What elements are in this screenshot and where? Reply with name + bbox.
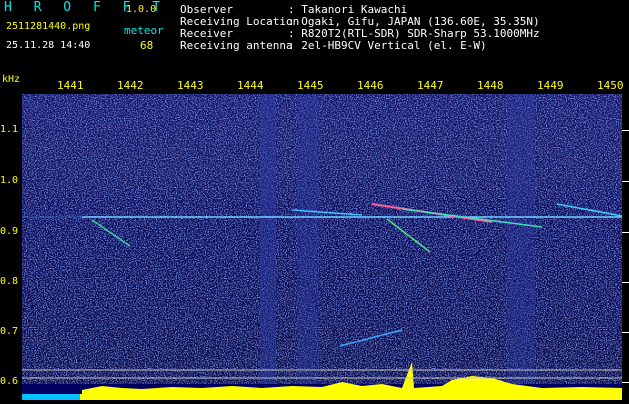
y-tick-label: 0.9 <box>0 226 19 237</box>
y-tick-label: 0.8 <box>0 276 19 287</box>
y-unit-label: kHz <box>2 74 21 85</box>
y-tick-label: 1.0 <box>0 175 19 186</box>
file-name: 2511281440.png <box>6 21 91 32</box>
right-tick <box>622 181 629 182</box>
app-version: 1.0.0 <box>126 4 157 15</box>
time-axis: kHz 1441 1442 1443 1444 1445 1446 1447 1… <box>0 72 629 94</box>
spectrogram-canvas <box>22 94 623 400</box>
x-tick-label: 1442 <box>117 79 144 92</box>
interference-band <box>260 94 276 384</box>
x-tick-label: 1448 <box>477 79 504 92</box>
right-tick <box>622 332 629 333</box>
right-tick <box>622 130 629 131</box>
x-tick-label: 1445 <box>297 79 324 92</box>
x-tick-label: 1444 <box>237 79 264 92</box>
header-panel: H R O F F T 1.0.0 2511281440.png meteor … <box>0 0 629 72</box>
interference-band <box>297 94 319 384</box>
y-tick-label: 0.7 <box>0 326 19 337</box>
y-tick-label: 0.6 <box>0 376 19 387</box>
counter-label: meteor <box>124 24 164 37</box>
antenna-label: Receiving antenna <box>180 39 293 52</box>
x-tick-label: 1441 <box>57 79 84 92</box>
spectrogram <box>22 94 623 400</box>
y-tick-label: 1.1 <box>0 124 19 135</box>
file-datetime: 25.11.28 14:40 <box>6 40 91 51</box>
counter-value: 68 <box>140 39 154 52</box>
x-tick-label: 1450 <box>597 79 624 92</box>
right-tick <box>622 282 629 283</box>
right-tick <box>622 232 629 233</box>
spectrum-profile-left <box>22 394 80 400</box>
right-tick <box>622 382 629 383</box>
x-tick-label: 1447 <box>417 79 444 92</box>
x-tick-label: 1446 <box>357 79 384 92</box>
interference-band <box>507 94 535 384</box>
x-tick-label: 1449 <box>537 79 564 92</box>
x-tick-label: 1443 <box>177 79 204 92</box>
antenna-value: : 2el-HB9CV Vertical (el. E-W) <box>288 39 487 52</box>
